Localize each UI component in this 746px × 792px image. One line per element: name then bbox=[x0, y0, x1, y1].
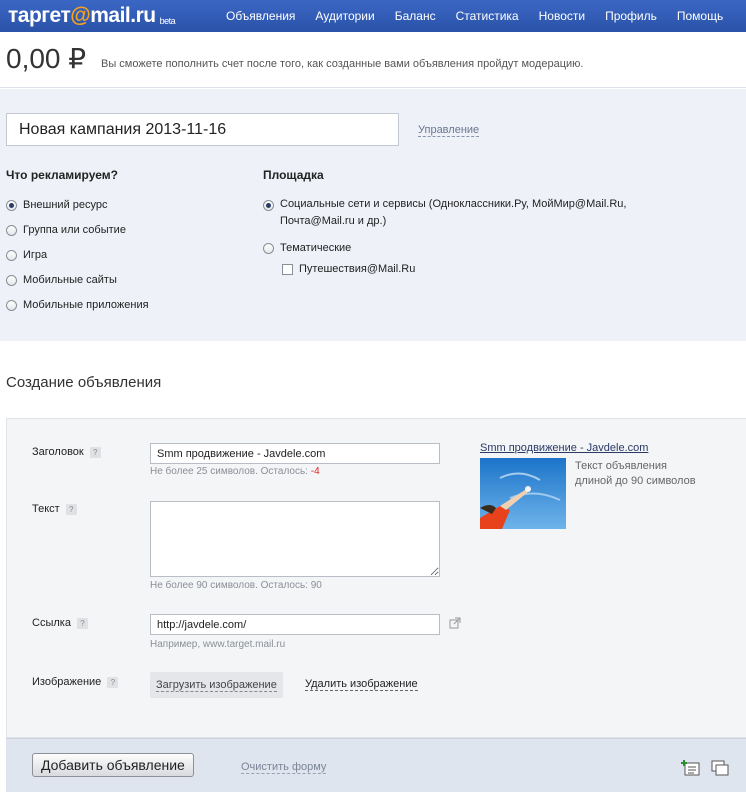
checkbox-label: Путешествия@Mail.Ru bbox=[299, 263, 416, 275]
image-field-label: Изображение ? bbox=[32, 676, 119, 688]
title-label-text: Заголовок bbox=[32, 446, 84, 458]
radio-icon[interactable] bbox=[6, 275, 17, 286]
preview-text-line: Текст объявления bbox=[575, 460, 667, 472]
logo-text-target: таргет bbox=[8, 4, 71, 27]
title-remaining-count: -4 bbox=[310, 466, 320, 477]
nav-statistics[interactable]: Статистика bbox=[446, 0, 529, 32]
nav-audiences[interactable]: Аудитории bbox=[305, 0, 384, 32]
radio-external-resource[interactable]: Внешний ресурс bbox=[6, 199, 108, 211]
text-field-label: Текст ? bbox=[32, 503, 77, 515]
link-label-text: Ссылка bbox=[32, 617, 71, 629]
radio-mobile-apps[interactable]: Мобильные приложения bbox=[6, 299, 149, 311]
nav-balance[interactable]: Баланс bbox=[385, 0, 446, 32]
radio-thematic[interactable]: Тематические bbox=[263, 242, 351, 254]
link-hint: Например, www.target.mail.ru bbox=[150, 639, 286, 650]
text-hint: Не более 90 символов. Осталось: 90 bbox=[150, 580, 322, 591]
balance-row: 0,00 ₽ Вы сможете пополнить счет после т… bbox=[0, 32, 746, 88]
ad-text-textarea[interactable] bbox=[150, 501, 440, 577]
logo-at-sign: @ bbox=[70, 4, 91, 27]
upload-image-label: Загрузить изображение bbox=[156, 679, 277, 692]
radio-mobile-sites[interactable]: Мобильные сайты bbox=[6, 274, 117, 286]
clear-form-link[interactable]: Очистить форму bbox=[241, 761, 327, 774]
title-hint: Не более 25 символов. Осталось: -4 bbox=[150, 466, 320, 477]
add-ad-button[interactable]: Добавить объявление bbox=[32, 753, 194, 777]
campaign-settings: Управление Что рекламируем? Внешний ресу… bbox=[0, 89, 746, 341]
title-field-label: Заголовок ? bbox=[32, 446, 101, 458]
add-list-icon[interactable] bbox=[680, 759, 700, 777]
link-field-label: Ссылка ? bbox=[32, 617, 88, 629]
preview-text-line: длиной до 90 символов bbox=[575, 475, 696, 487]
balance-amount: 0,00 ₽ bbox=[6, 43, 87, 74]
ad-link-input[interactable] bbox=[150, 614, 440, 635]
radio-label: Тематические bbox=[280, 242, 352, 254]
nav-ads[interactable]: Объявления bbox=[216, 0, 305, 32]
ad-title-input[interactable] bbox=[150, 443, 440, 464]
preview-image bbox=[480, 458, 566, 529]
radio-label: Мобильные приложения bbox=[23, 299, 149, 311]
radio-social-networks[interactable]: Социальные сети и сервисы (Одноклассники… bbox=[263, 198, 663, 230]
manage-link[interactable]: Управление bbox=[418, 124, 480, 137]
external-link-icon[interactable] bbox=[449, 617, 461, 629]
radio-checked-icon[interactable] bbox=[263, 200, 274, 211]
ad-creation-title: Создание объявления bbox=[6, 374, 162, 391]
radio-label: Внешний ресурс bbox=[23, 199, 108, 211]
help-icon[interactable]: ? bbox=[65, 503, 77, 515]
text-label-text: Текст bbox=[32, 503, 60, 515]
campaign-name-input[interactable] bbox=[6, 113, 399, 146]
what-advertise-title: Что рекламируем? bbox=[6, 168, 118, 182]
logo-text-mail: mail.ru bbox=[90, 4, 156, 27]
balance-note: Вы сможете пополнить счет после того, ка… bbox=[101, 58, 584, 70]
preview-text: Текст объявления длиной до 90 символов bbox=[575, 459, 696, 489]
radio-icon[interactable] bbox=[6, 225, 17, 236]
nav-news[interactable]: Новости bbox=[529, 0, 595, 32]
radio-checked-icon[interactable] bbox=[6, 200, 17, 211]
delete-image-link[interactable]: Удалить изображение bbox=[305, 678, 418, 691]
radio-label: Социальные сети и сервисы (Одноклассники… bbox=[280, 198, 627, 227]
ad-form-footer: Добавить объявление Очистить форму bbox=[6, 738, 746, 792]
preview-photo-icon bbox=[480, 458, 566, 529]
checkbox-travel[interactable]: Путешествия@Mail.Ru bbox=[282, 263, 415, 275]
radio-icon[interactable] bbox=[6, 300, 17, 311]
image-label-text: Изображение bbox=[32, 676, 102, 688]
ad-form-panel: Заголовок ? Не более 25 символов. Остало… bbox=[6, 418, 746, 738]
checkbox-icon[interactable] bbox=[282, 264, 293, 275]
main-nav: Объявления Аудитории Баланс Статистика Н… bbox=[216, 0, 733, 32]
upload-image-button[interactable]: Загрузить изображение bbox=[150, 672, 283, 698]
help-icon[interactable]: ? bbox=[76, 617, 88, 629]
radio-label: Игра bbox=[23, 249, 48, 261]
platform-title: Площадка bbox=[263, 168, 324, 182]
preview-title-link[interactable]: Smm продвижение - Javdele.com bbox=[480, 442, 648, 454]
radio-icon[interactable] bbox=[263, 243, 274, 254]
radio-label: Мобильные сайты bbox=[23, 274, 117, 286]
title-hint-text: Не более 25 символов. Осталось: bbox=[150, 466, 311, 477]
top-navigation-bar: таргет@mail.ru beta Объявления Аудитории … bbox=[0, 0, 746, 32]
nav-profile[interactable]: Профиль bbox=[595, 0, 667, 32]
radio-label: Группа или событие bbox=[23, 224, 126, 236]
help-icon[interactable]: ? bbox=[89, 446, 101, 458]
radio-icon[interactable] bbox=[6, 250, 17, 261]
help-icon[interactable]: ? bbox=[107, 676, 119, 688]
target-mail-logo[interactable]: таргет@mail.ru beta bbox=[8, 4, 176, 28]
radio-group-event[interactable]: Группа или событие bbox=[6, 224, 126, 236]
copy-ad-icon[interactable] bbox=[710, 759, 730, 777]
logo-beta-label: beta bbox=[159, 16, 176, 26]
nav-help[interactable]: Помощь bbox=[667, 0, 733, 32]
radio-game[interactable]: Игра bbox=[6, 249, 47, 261]
